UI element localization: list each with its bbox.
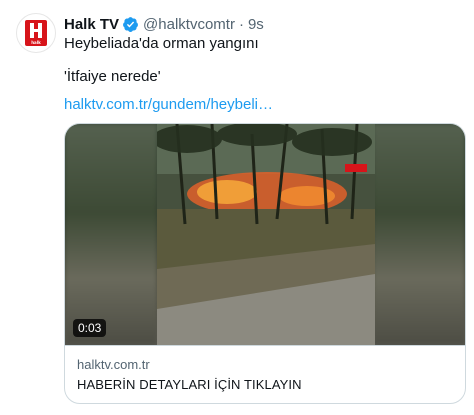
halk-tv-logo-icon: halk [25,20,47,46]
tweet-link[interactable]: halktv.com.tr/gundem/heybeli… [64,95,273,115]
avatar[interactable]: halk [16,13,56,53]
video-blur-right [373,124,465,345]
link-card[interactable]: 0:03 halktv.com.tr HABERİN DETAYLARI İÇİ… [64,123,466,404]
author-name[interactable]: Halk TV [64,16,119,33]
separator-dot: · [238,15,244,33]
video-blur-left [65,124,157,345]
tweet-timestamp[interactable]: 9s [248,16,264,33]
author-handle[interactable]: @halktvcomtr [143,16,235,33]
tweet-text-line-1: Heybeliada'da orman yangını [64,35,259,52]
tweet[interactable]: halk Halk TV @halktvcomtr · 9s Heybeliad… [0,0,474,415]
card-title[interactable]: HABERİN DETAYLARI İÇİN TIKLAYIN [77,377,302,393]
card-info[interactable]: halktv.com.tr HABERİN DETAYLARI İÇİN TIK… [65,345,465,403]
card-domain: halktv.com.tr [77,357,150,372]
logo-text: halk [31,40,41,45]
video-frame-forest-fire [157,124,375,345]
video-duration-badge: 0:03 [73,319,107,337]
tweet-text-line-2: 'İtfaiye nerede' [64,68,161,85]
video-player[interactable]: 0:03 [65,124,465,345]
tweet-header: Halk TV @halktvcomtr · 9s [64,14,264,34]
verified-badge-icon [122,16,139,33]
